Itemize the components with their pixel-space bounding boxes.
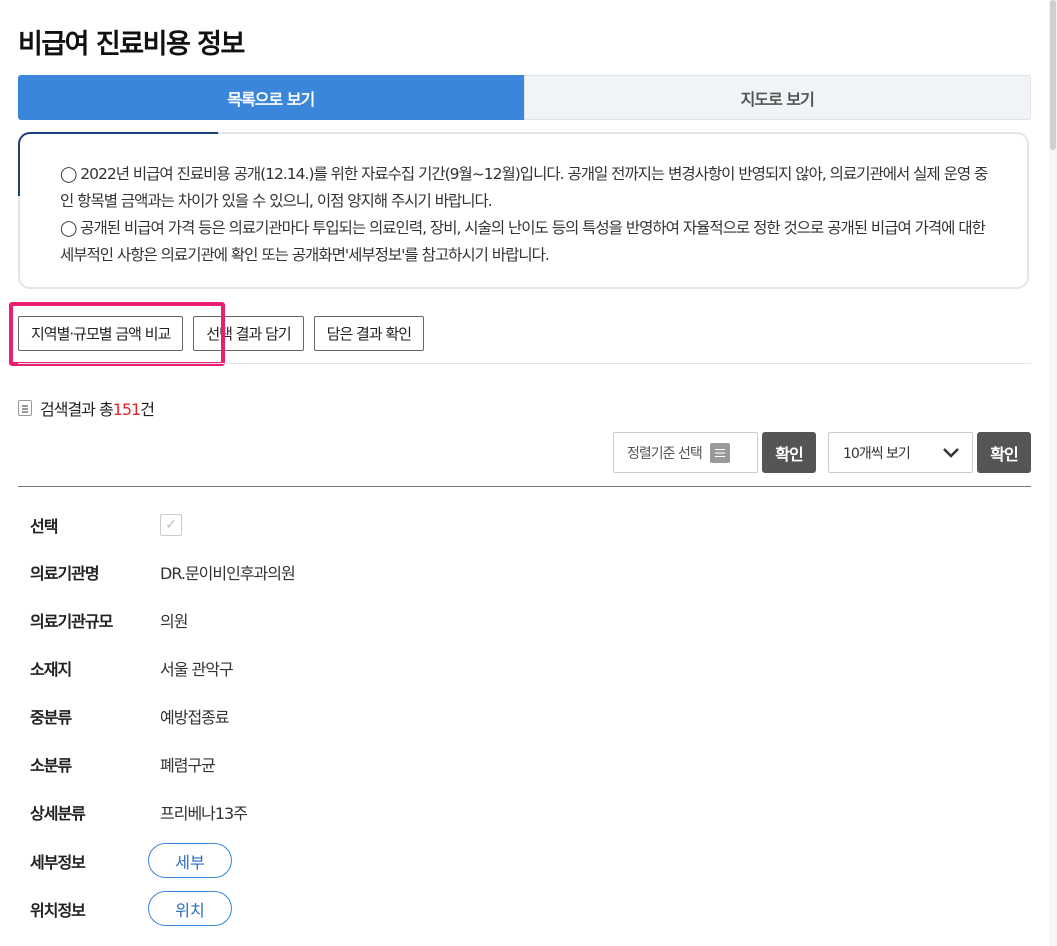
tab-map-view[interactable]: 지도로 보기 bbox=[523, 75, 1031, 120]
detail-label: 의료기관명 bbox=[30, 564, 100, 583]
check-icon: ✓ bbox=[165, 517, 177, 533]
detail-label: 소재지 bbox=[30, 660, 72, 679]
sort-confirm-button[interactable]: 확인 bbox=[762, 432, 816, 473]
divider bbox=[18, 363, 1031, 364]
result-count: 검색결과 총151건 bbox=[18, 396, 155, 420]
detail-label: 세부정보 bbox=[30, 852, 86, 872]
scrollbar[interactable] bbox=[1049, 0, 1057, 946]
action-buttons: 지역별·규모별 금액 비교 선택 결과 담기 담은 결과 확인 bbox=[18, 316, 424, 351]
page-size-select[interactable]: 10개씩 보기 bbox=[828, 432, 973, 473]
detail-info-button[interactable]: 세부 bbox=[148, 843, 232, 878]
result-prefix: 검색결과 총 bbox=[40, 400, 114, 419]
compare-region-size-button[interactable]: 지역별·규모별 금액 비교 bbox=[18, 316, 184, 351]
page-size-label: 10개씩 보기 bbox=[843, 445, 911, 462]
detail-value: 폐렴구균 bbox=[160, 756, 216, 775]
document-icon bbox=[18, 400, 32, 416]
detail-value: 예방접종료 bbox=[160, 708, 230, 727]
notice-box: ◯ 2022년 비급여 진료비용 공개(12.14.)를 위한 자료수집 기간(… bbox=[18, 132, 1029, 289]
divider bbox=[18, 486, 1031, 487]
detail-row-info: 세부정보 세부 bbox=[30, 843, 232, 878]
view-tabs: 목록으로 보기 지도로 보기 bbox=[18, 75, 1031, 120]
detail-value: DR.문이비인후과의원 bbox=[160, 564, 296, 583]
detail-label: 선택 bbox=[30, 517, 58, 536]
page-title: 비급여 진료비용 정보 bbox=[18, 29, 245, 60]
list-icon bbox=[709, 442, 730, 463]
detail-label: 중분류 bbox=[30, 708, 72, 727]
sort-select[interactable]: 정렬기준 선택 bbox=[613, 432, 758, 473]
detail-row-select: 선택 ✓ bbox=[30, 510, 182, 540]
detail-label: 의료기관규모 bbox=[30, 612, 113, 631]
location-button[interactable]: 위치 bbox=[148, 891, 232, 926]
add-selected-button[interactable]: 선택 결과 담기 bbox=[193, 316, 304, 351]
detail-label: 소분류 bbox=[30, 756, 72, 775]
view-saved-button[interactable]: 담은 결과 확인 bbox=[313, 316, 424, 351]
detail-row: 소분류 폐렴구균 bbox=[30, 749, 216, 779]
detail-row: 소재지 서울 관악구 bbox=[30, 653, 234, 683]
detail-row: 중분류 예방접종료 bbox=[30, 701, 230, 731]
detail-row: 의료기관명 DR.문이비인후과의원 bbox=[30, 557, 296, 587]
detail-row: 상세분류 프리베나13주 bbox=[30, 797, 248, 827]
result-suffix: 건 bbox=[140, 400, 155, 419]
detail-value: 의원 bbox=[160, 612, 188, 631]
result-number: 151 bbox=[112, 400, 142, 419]
detail-value: 프리베나13주 bbox=[160, 804, 248, 823]
scrollbar-thumb[interactable] bbox=[1050, 0, 1056, 150]
detail-value: 서울 관악구 bbox=[160, 660, 234, 679]
tab-list-view[interactable]: 목록으로 보기 bbox=[18, 75, 524, 120]
notice-paragraph: ◯ 공개된 비급여 가격 등은 의료기관마다 투입되는 의료인력, 장비, 시술… bbox=[60, 219, 986, 264]
sort-label: 정렬기준 선택 bbox=[627, 445, 703, 462]
detail-label: 상세분류 bbox=[30, 804, 86, 823]
notice-text: ◯ 2022년 비급여 진료비용 공개(12.14.)를 위한 자료수집 기간(… bbox=[60, 161, 1000, 269]
detail-label: 위치정보 bbox=[30, 900, 86, 920]
detail-row-location: 위치정보 위치 bbox=[30, 891, 232, 926]
select-checkbox[interactable]: ✓ bbox=[160, 514, 182, 536]
notice-paragraph: ◯ 2022년 비급여 진료비용 공개(12.14.)를 위한 자료수집 기간(… bbox=[60, 165, 988, 210]
detail-row: 의료기관규모 의원 bbox=[30, 605, 188, 635]
page-size-confirm-button[interactable]: 확인 bbox=[977, 432, 1031, 473]
chevron-down-icon bbox=[943, 447, 959, 458]
